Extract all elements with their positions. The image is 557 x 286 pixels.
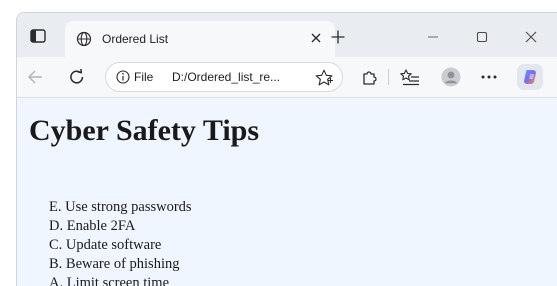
toolbar-divider — [388, 69, 389, 85]
minimize-icon — [428, 36, 438, 38]
address-bar[interactable]: File D:/Ordered_list_re... — [105, 62, 343, 92]
globe-icon — [75, 30, 93, 48]
favorites-list-icon — [400, 69, 419, 86]
list-marker: C. — [49, 237, 63, 253]
more-options-button[interactable] — [477, 65, 501, 89]
cyber-tips-list: E. Use strong passwords D. Enable 2FA C. U… — [49, 198, 192, 286]
star-icon[interactable] — [314, 68, 334, 88]
navigation-toolbar: File D:/Ordered_list_re... — [17, 57, 557, 97]
list-marker: D. — [49, 218, 64, 234]
copilot-button[interactable] — [517, 64, 543, 90]
maximize-icon — [476, 31, 488, 43]
tab-actions-button[interactable] — [25, 24, 51, 48]
page-heading: Cyber Safety Tips — [29, 114, 260, 147]
list-item: D. Enable 2FA — [49, 217, 192, 236]
minimize-button[interactable] — [422, 26, 444, 48]
list-item-text: Enable 2FA — [63, 218, 136, 234]
url-text[interactable]: D:/Ordered_list_re... — [172, 70, 280, 84]
avatar-icon — [441, 67, 461, 87]
list-item-text: Limit screen time — [63, 275, 170, 286]
list-marker: A. — [49, 275, 64, 286]
puzzle-icon — [363, 71, 377, 85]
close-icon[interactable] — [307, 29, 325, 47]
extensions-button[interactable] — [357, 65, 381, 89]
favorites-button[interactable] — [398, 65, 422, 89]
plus-icon — [331, 30, 345, 44]
close-window-icon — [525, 31, 537, 43]
tab-strip: Ordered List — [17, 13, 557, 57]
back-arrow-icon — [28, 70, 42, 84]
new-tab-button[interactable] — [327, 26, 349, 48]
refresh-icon — [70, 68, 84, 84]
list-item: E. Use strong passwords — [49, 198, 192, 217]
refresh-button[interactable] — [65, 65, 89, 89]
tab-ordered-list[interactable]: Ordered List — [65, 21, 335, 57]
list-marker: B. — [49, 256, 63, 272]
window-close-button[interactable] — [520, 26, 542, 48]
list-item-text: Update software — [62, 237, 162, 253]
back-button[interactable] — [23, 65, 47, 89]
maximize-button[interactable] — [471, 26, 493, 48]
browser-window: Ordered List File D:/Ordered_list_re... … — [16, 12, 557, 286]
list-marker: E. — [49, 199, 62, 215]
list-item-text: Use strong passwords — [61, 199, 192, 215]
list-item: B. Beware of phishing — [49, 255, 192, 274]
list-item-text: Beware of phishing — [62, 256, 180, 272]
profile-button[interactable] — [439, 65, 463, 89]
page-content: Cyber Safety Tips E. Use strong password… — [17, 97, 557, 286]
info-icon[interactable] — [116, 70, 130, 84]
copilot-icon — [524, 70, 536, 85]
list-item: C. Update software — [49, 236, 192, 255]
more-icon — [481, 75, 497, 79]
list-item: A. Limit screen time — [49, 274, 192, 286]
tab-actions-icon — [30, 29, 46, 43]
tab-title: Ordered List — [102, 32, 169, 46]
file-scheme-label: File — [134, 70, 154, 84]
